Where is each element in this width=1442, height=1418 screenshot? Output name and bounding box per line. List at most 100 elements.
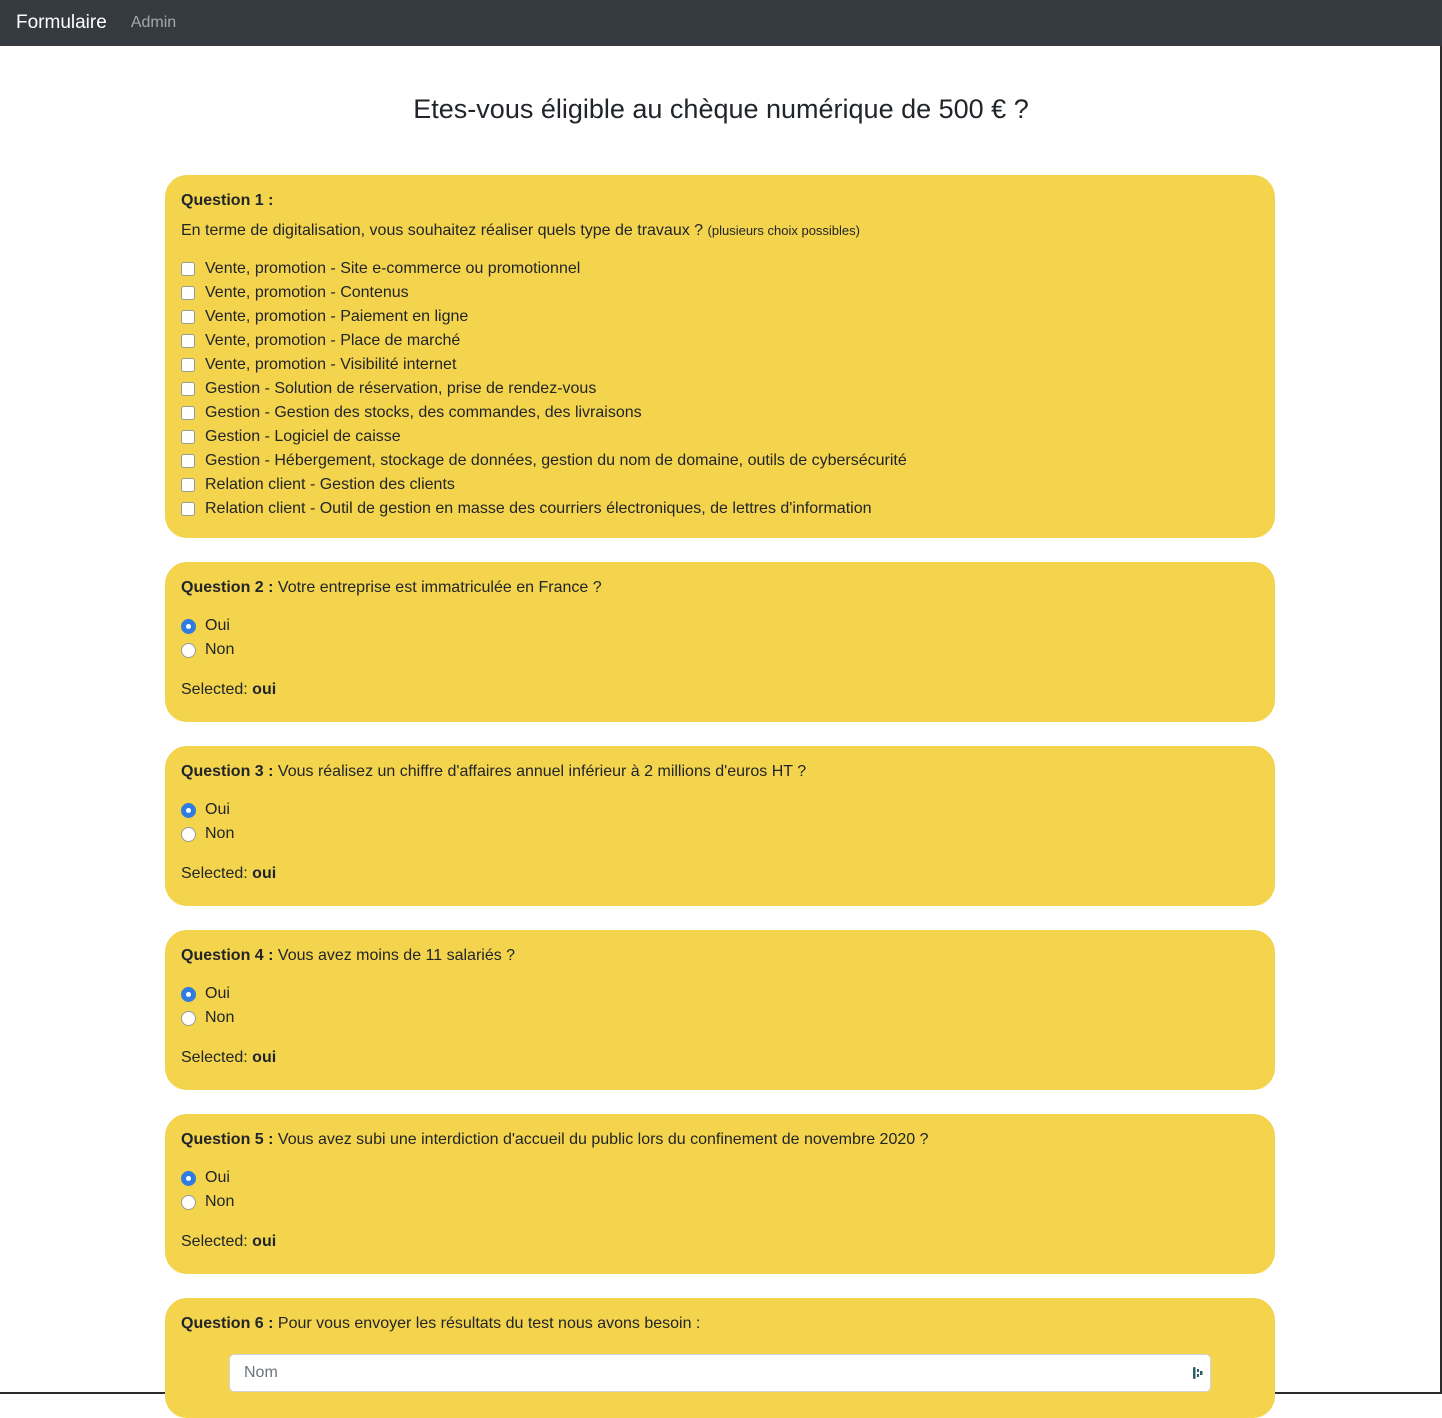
navbar: Formulaire Admin [0, 0, 1442, 46]
radio-button-checked[interactable] [181, 802, 196, 818]
question-5-heading: Question 5 : Vous avez subi une interdic… [181, 1130, 1259, 1150]
selected-label: Selected: [181, 681, 248, 698]
checkbox-label: Vente, promotion - Contenus [205, 284, 409, 301]
checkbox-option[interactable]: Vente, promotion - Contenus [181, 281, 1259, 305]
radio-button-checked[interactable] [181, 986, 196, 1002]
question-3-options: Oui Non [181, 798, 1259, 846]
selected-value: oui [252, 1049, 277, 1066]
question-1-options: Vente, promotion - Site e-commerce ou pr… [181, 257, 1259, 521]
page-title: Etes-vous éligible au chèque numérique d… [413, 94, 1029, 124]
checkbox[interactable] [181, 286, 195, 300]
checkbox-label: Relation client - Gestion des clients [205, 476, 455, 493]
radio-button-checked[interactable] [181, 1170, 196, 1186]
question-2-label: Question 2 : [181, 579, 274, 596]
selected-value: oui [252, 1233, 277, 1250]
checkbox[interactable] [181, 358, 195, 372]
question-5-text: Vous avez subi une interdiction d'accuei… [277, 1131, 929, 1148]
checkbox-label: Vente, promotion - Place de marché [205, 332, 461, 349]
checkbox-option[interactable]: Vente, promotion - Site e-commerce ou pr… [181, 257, 1259, 281]
checkbox-label: Gestion - Logiciel de caisse [205, 428, 401, 445]
checkbox[interactable] [181, 406, 195, 420]
radio-option-non[interactable]: Non [181, 822, 1259, 846]
checkbox-label: Vente, promotion - Paiement en ligne [205, 308, 469, 325]
question-4-text: Vous avez moins de 11 salariés ? [277, 947, 516, 964]
checkbox-option[interactable]: Gestion - Solution de réservation, prise… [181, 377, 1259, 401]
question-3-selected: Selected: oui [181, 862, 1259, 886]
radio-label: Non [205, 1009, 235, 1026]
question-4-selected: Selected: oui [181, 1046, 1259, 1070]
checkbox-option[interactable]: Relation client - Outil de gestion en ma… [181, 497, 1259, 521]
nom-field-wrapper [229, 1354, 1211, 1392]
radio-button[interactable] [181, 1194, 196, 1210]
question-1-text-row: En terme de digitalisation, vous souhait… [181, 221, 1259, 241]
checkbox-option[interactable]: Gestion - Hébergement, stockage de donné… [181, 449, 1259, 473]
question-1-card: Question 1 : En terme de digitalisation,… [165, 175, 1275, 538]
question-1-text: En terme de digitalisation, vous souhait… [181, 222, 704, 239]
question-5-selected: Selected: oui [181, 1230, 1259, 1254]
checkbox[interactable] [181, 454, 195, 468]
question-5-card: Question 5 : Vous avez subi une interdic… [165, 1114, 1275, 1274]
checkbox-option[interactable]: Vente, promotion - Visibilité internet [181, 353, 1259, 377]
radio-label: Non [205, 641, 235, 658]
autofill-key-icon[interactable] [1192, 1365, 1204, 1381]
checkbox[interactable] [181, 310, 195, 324]
checkbox-option[interactable]: Vente, promotion - Place de marché [181, 329, 1259, 353]
checkbox[interactable] [181, 430, 195, 444]
selected-label: Selected: [181, 1049, 248, 1066]
radio-label: Oui [205, 1169, 230, 1186]
checkbox-label: Relation client - Outil de gestion en ma… [205, 500, 872, 517]
radio-option-non[interactable]: Non [181, 1006, 1259, 1030]
checkbox[interactable] [181, 502, 195, 516]
radio-label: Oui [205, 985, 230, 1002]
checkbox-option[interactable]: Gestion - Gestion des stocks, des comman… [181, 401, 1259, 425]
radio-option-non[interactable]: Non [181, 1190, 1259, 1214]
checkbox-label: Gestion - Hébergement, stockage de donné… [205, 452, 907, 469]
question-1-label: Question 1 : [181, 192, 274, 209]
checkbox-label: Vente, promotion - Site e-commerce ou pr… [205, 260, 581, 277]
radio-option-oui[interactable]: Oui [181, 1166, 1259, 1190]
radio-button[interactable] [181, 642, 196, 658]
nom-input[interactable] [242, 1355, 1176, 1391]
checkbox-option[interactable]: Vente, promotion - Paiement en ligne [181, 305, 1259, 329]
checkbox-option[interactable]: Relation client - Gestion des clients [181, 473, 1259, 497]
question-1-hint: (plusieurs choix possibles) [707, 223, 860, 238]
question-4-card: Question 4 : Vous avez moins de 11 salar… [165, 930, 1275, 1090]
question-6-text: Pour vous envoyer les résultats du test … [277, 1315, 701, 1332]
checkbox[interactable] [181, 262, 195, 276]
checkbox-option[interactable]: Gestion - Logiciel de caisse [181, 425, 1259, 449]
question-6-card: Question 6 : Pour vous envoyer les résul… [165, 1298, 1275, 1418]
radio-label: Non [205, 825, 235, 842]
radio-label: Non [205, 1193, 235, 1210]
question-1-heading: Question 1 : [181, 191, 1259, 211]
checkbox-label: Gestion - Gestion des stocks, des comman… [205, 404, 642, 421]
question-2-text: Votre entreprise est immatriculée en Fra… [277, 579, 602, 596]
question-3-card: Question 3 : Vous réalisez un chiffre d'… [165, 746, 1275, 906]
question-3-heading: Question 3 : Vous réalisez un chiffre d'… [181, 762, 1259, 782]
question-4-heading: Question 4 : Vous avez moins de 11 salar… [181, 946, 1259, 966]
radio-option-oui[interactable]: Oui [181, 614, 1259, 638]
checkbox[interactable] [181, 478, 195, 492]
navbar-brand[interactable]: Formulaire [16, 12, 107, 34]
radio-button-checked[interactable] [181, 618, 196, 634]
radio-button[interactable] [181, 1010, 196, 1026]
selected-label: Selected: [181, 1233, 248, 1250]
selected-value: oui [252, 865, 277, 882]
question-5-label: Question 5 : [181, 1131, 274, 1148]
radio-label: Oui [205, 801, 230, 818]
checkbox[interactable] [181, 382, 195, 396]
radio-label: Oui [205, 617, 230, 634]
radio-option-oui[interactable]: Oui [181, 798, 1259, 822]
question-2-options: Oui Non [181, 614, 1259, 662]
radio-button[interactable] [181, 826, 196, 842]
question-5-options: Oui Non [181, 1166, 1259, 1214]
checkbox-label: Gestion - Solution de réservation, prise… [205, 380, 597, 397]
question-3-text: Vous réalisez un chiffre d'affaires annu… [277, 763, 807, 780]
selected-value: oui [252, 681, 277, 698]
radio-option-oui[interactable]: Oui [181, 982, 1259, 1006]
checkbox-label: Vente, promotion - Visibilité internet [205, 356, 457, 373]
nav-link-admin[interactable]: Admin [131, 14, 176, 32]
question-4-label: Question 4 : [181, 947, 274, 964]
checkbox[interactable] [181, 334, 195, 348]
radio-option-non[interactable]: Non [181, 638, 1259, 662]
question-4-options: Oui Non [181, 982, 1259, 1030]
